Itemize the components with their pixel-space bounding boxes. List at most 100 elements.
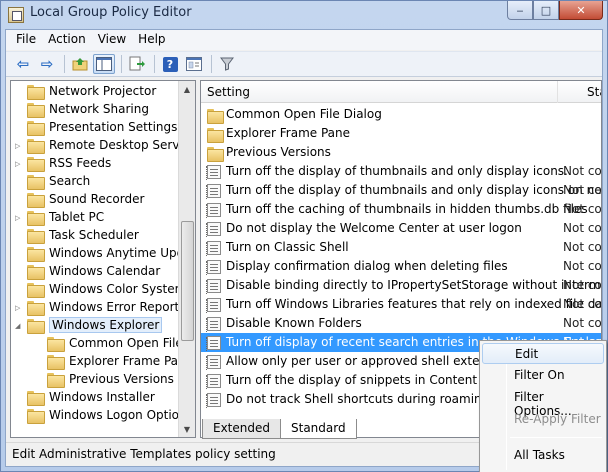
- status-text: Edit Administrative Templates policy set…: [12, 447, 276, 461]
- export-list-icon: [129, 56, 145, 71]
- setting-name: Turn off Windows Libraries features that…: [226, 297, 602, 311]
- context-menu-item[interactable]: Filter Options...: [482, 387, 604, 418]
- tree-item[interactable]: ▷ Remote Desktop Services: [11, 137, 196, 155]
- setting-state: Not configured: [563, 183, 602, 197]
- tree-item[interactable]: Common Open File Dialog: [11, 335, 195, 353]
- close-button[interactable]: ✕: [559, 1, 603, 20]
- help-button[interactable]: ?: [159, 54, 181, 74]
- folder-icon: [27, 139, 45, 154]
- show-hide-tree-button[interactable]: [93, 54, 115, 74]
- console-tree[interactable]: Network Projector Network Sharing Presenta…: [10, 80, 196, 438]
- menu-help[interactable]: Help: [134, 30, 173, 50]
- title-bar[interactable]: Local Group Policy Editor ‒ □ ✕: [1, 1, 607, 29]
- forward-button[interactable]: ⇨: [36, 54, 58, 74]
- column-setting[interactable]: Setting: [207, 85, 250, 99]
- tree-item-label: Previous Versions: [69, 372, 174, 386]
- folder-icon: [27, 301, 45, 316]
- policy-row[interactable]: Turn off the display of thumbnails and o…: [201, 181, 602, 200]
- scroll-down-icon[interactable]: ▼: [179, 421, 195, 437]
- folder-icon: [27, 319, 45, 334]
- tree-item[interactable]: Network Sharing: [11, 101, 195, 119]
- folder-icon: [27, 85, 45, 100]
- subfolder-row[interactable]: Explorer Frame Pane: [201, 124, 601, 143]
- tab-extended[interactable]: Extended: [202, 419, 281, 439]
- up-folder-icon: [72, 58, 88, 71]
- context-menu-item[interactable]: Filter On: [482, 365, 604, 386]
- tree-item-label: Explorer Frame Pane: [69, 354, 194, 368]
- toolbar-separator: [64, 55, 65, 73]
- filter-button[interactable]: [216, 54, 238, 74]
- policy-row[interactable]: Do not display the Welcome Center at use…: [201, 219, 601, 238]
- minimize-button[interactable]: ‒: [507, 1, 533, 20]
- tree-item[interactable]: Sound Recorder: [11, 191, 195, 209]
- menu-file[interactable]: File: [12, 30, 44, 50]
- folder-icon: [207, 127, 224, 143]
- policy-row[interactable]: Disable Known Folders Not configured: [201, 314, 601, 333]
- column-divider[interactable]: [557, 81, 558, 103]
- folder-icon: [27, 229, 45, 244]
- policy-setting-icon: [206, 165, 221, 180]
- up-folder-button[interactable]: [69, 54, 91, 74]
- policy-setting-icon: [206, 355, 221, 370]
- tree-item[interactable]: Windows Logon Options: [11, 407, 195, 425]
- menu-action[interactable]: Action: [44, 30, 94, 50]
- tree-scrollbar[interactable]: ▲ ▼: [178, 81, 195, 437]
- folder-icon: [27, 247, 45, 262]
- scroll-up-icon[interactable]: ▲: [179, 81, 195, 97]
- tree-item[interactable]: ▷ RSS Feeds: [11, 155, 195, 173]
- tree-item[interactable]: ◢ Windows Explorer: [11, 317, 195, 335]
- policy-row[interactable]: Turn off Windows Libraries features that…: [201, 295, 602, 314]
- tree-item[interactable]: Windows Color System: [11, 281, 195, 299]
- column-state[interactable]: State: [587, 85, 601, 99]
- policy-setting-icon: [206, 298, 221, 313]
- tree-item[interactable]: Network Projector: [11, 83, 195, 101]
- tree-item-label: Windows Explorer: [49, 317, 163, 333]
- collapse-icon[interactable]: ◢: [15, 322, 23, 330]
- tree-item-label: Windows Color System: [49, 282, 187, 296]
- context-menu-item-label: Edit: [515, 347, 539, 361]
- tree-item[interactable]: Windows Calendar: [11, 263, 195, 281]
- expand-icon[interactable]: ▷: [15, 304, 23, 312]
- tab-standard[interactable]: Standard: [280, 419, 357, 439]
- context-menu-item: Re-Apply Filter: [482, 409, 604, 430]
- policy-setting-icon: [206, 336, 221, 351]
- menu-view[interactable]: View: [94, 30, 134, 50]
- expand-icon[interactable]: ▷: [15, 214, 23, 222]
- context-menu-item[interactable]: Edit: [482, 343, 604, 364]
- tree-item[interactable]: Explorer Frame Pane: [11, 353, 195, 371]
- tree-item[interactable]: ▷ Windows Error Reporting: [11, 299, 195, 317]
- folder-icon: [27, 391, 45, 406]
- policy-row[interactable]: Disable binding directly to IPropertySet…: [201, 276, 602, 295]
- tree-item[interactable]: Previous Versions: [11, 371, 195, 389]
- tree-item-label: Remote Desktop Services: [49, 138, 196, 152]
- properties-button[interactable]: [183, 54, 205, 74]
- context-menu-item[interactable]: All Tasks: [482, 445, 604, 466]
- setting-name: Disable Known Folders: [226, 316, 362, 330]
- setting-state: Not configured: [563, 202, 602, 216]
- policy-row[interactable]: Turn off the display of thumbnails and o…: [201, 162, 601, 181]
- tree-item[interactable]: Task Scheduler: [11, 227, 195, 245]
- folder-icon: [207, 146, 224, 162]
- scroll-thumb[interactable]: [181, 221, 194, 341]
- back-button[interactable]: ⇦: [12, 54, 34, 74]
- tree-item[interactable]: Windows Anytime Upgrade: [11, 245, 195, 263]
- setting-name: Do not track Shell shortcuts during roam…: [226, 392, 490, 406]
- policy-row[interactable]: Turn on Classic Shell Not configured: [201, 238, 601, 257]
- policy-row[interactable]: Display confirmation dialog when deletin…: [201, 257, 601, 276]
- expand-icon[interactable]: ▷: [15, 142, 23, 150]
- tree-item-label: Presentation Settings: [49, 120, 178, 134]
- setting-state: Not configured: [563, 278, 602, 292]
- policy-setting-icon: [206, 184, 221, 199]
- tree-item[interactable]: Presentation Settings: [11, 119, 195, 137]
- setting-name: Turn off the display of thumbnails and o…: [226, 164, 568, 178]
- tree-item[interactable]: ▷ Tablet PC: [11, 209, 195, 227]
- export-list-button[interactable]: [126, 54, 148, 74]
- subfolder-row[interactable]: Previous Versions: [201, 143, 601, 162]
- maximize-button[interactable]: □: [533, 1, 559, 20]
- tree-item[interactable]: Windows Installer: [11, 389, 195, 407]
- expand-icon[interactable]: ▷: [15, 160, 23, 168]
- toolbar-separator: [121, 55, 122, 73]
- subfolder-row[interactable]: Common Open File Dialog: [201, 105, 601, 124]
- tree-item[interactable]: Search: [11, 173, 195, 191]
- policy-row[interactable]: Turn off the caching of thumbnails in hi…: [201, 200, 602, 219]
